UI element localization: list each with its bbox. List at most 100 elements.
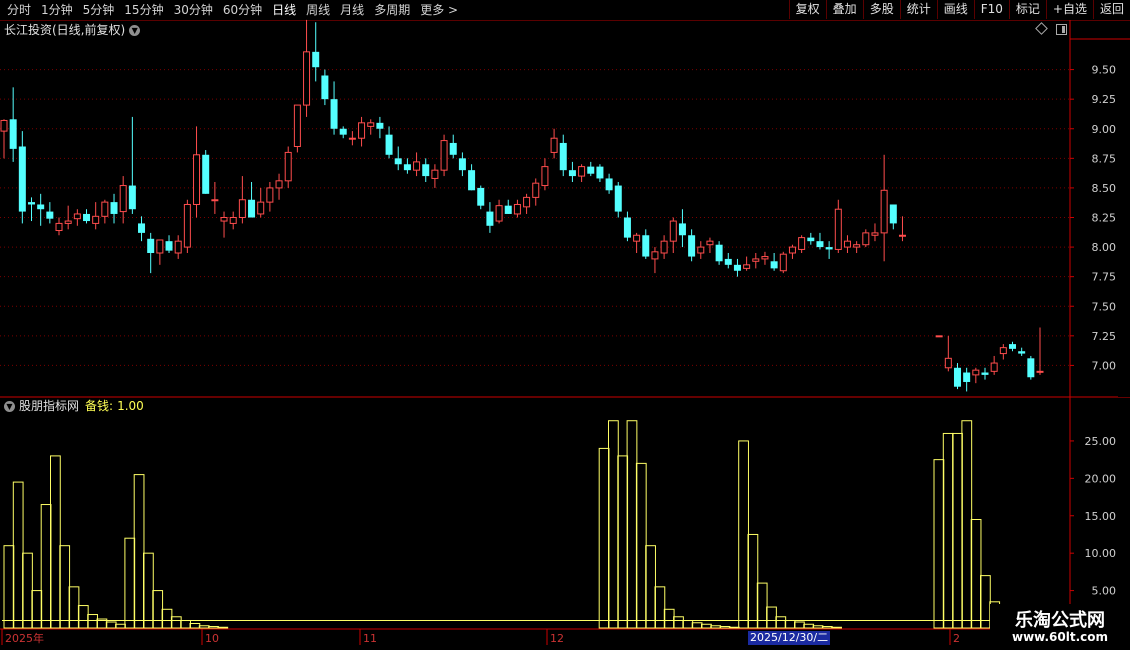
indicator-bar xyxy=(710,625,722,629)
chart-canvas[interactable]: 9.50 9.25 9.00 8.75 8.50 8.25 8.00 7.75 7.50 7.25… xyxy=(0,0,1130,650)
indicator-bar xyxy=(952,432,963,629)
candle-body xyxy=(128,185,136,210)
candle-body xyxy=(853,244,861,248)
candle xyxy=(898,216,906,242)
ind-y-tick-label: 25.00 xyxy=(1085,435,1117,448)
candle-body xyxy=(147,238,155,253)
candle-body xyxy=(568,170,576,177)
candle xyxy=(138,216,146,242)
ind-y-tick-label: 5.00 xyxy=(1092,585,1117,598)
candle-body xyxy=(623,217,631,238)
candle xyxy=(431,164,439,188)
candle-body xyxy=(174,240,182,254)
indicator-bar xyxy=(747,533,759,629)
indicator-bar xyxy=(152,590,164,629)
candle xyxy=(229,211,237,230)
indicator-bar xyxy=(50,455,61,629)
candle xyxy=(559,134,567,177)
candle xyxy=(46,202,54,224)
indicator-bar xyxy=(831,626,842,629)
candle xyxy=(449,134,457,159)
candle-body xyxy=(559,142,567,171)
chevron-down-icon[interactable]: ▼ xyxy=(4,400,15,412)
candle-body xyxy=(1027,358,1035,378)
candle-body xyxy=(37,204,45,210)
y-tick-label: 8.75 xyxy=(1092,152,1117,165)
candle xyxy=(788,244,796,259)
candle-body xyxy=(1008,344,1016,349)
month-label: 12 xyxy=(550,632,564,645)
candle xyxy=(623,211,631,242)
candle-body xyxy=(413,161,421,171)
candle xyxy=(770,253,778,271)
indicator-bar xyxy=(208,626,219,629)
candle xyxy=(688,229,696,262)
candle xyxy=(468,164,476,191)
candle xyxy=(568,161,576,182)
indicator-bar xyxy=(673,616,684,629)
candle xyxy=(37,193,45,226)
candle-body xyxy=(9,119,17,149)
y-tick-label: 7.75 xyxy=(1092,271,1117,284)
indicator-bar xyxy=(59,545,71,629)
candle xyxy=(303,19,311,117)
y-tick-label: 8.00 xyxy=(1092,241,1117,254)
candle-body xyxy=(669,220,677,242)
candle-body xyxy=(248,199,256,218)
candle xyxy=(944,335,952,372)
candle-body xyxy=(110,202,118,214)
candle-body xyxy=(229,217,237,224)
y-tick-label: 7.00 xyxy=(1092,359,1117,372)
candle-body xyxy=(119,185,127,213)
candle xyxy=(83,209,91,224)
indicator-bar xyxy=(812,625,824,629)
candle-body xyxy=(688,235,696,257)
candle-body xyxy=(440,140,448,171)
candle-body xyxy=(266,187,274,203)
candle xyxy=(440,134,448,177)
candle-body xyxy=(211,199,219,202)
candle-body xyxy=(596,166,604,179)
candle xyxy=(853,241,861,253)
candle-body xyxy=(981,372,989,375)
candle-body xyxy=(1036,370,1044,373)
candle-body xyxy=(898,234,906,237)
indicator-bar xyxy=(170,616,182,629)
candle-body xyxy=(1018,351,1026,354)
candle xyxy=(642,229,650,259)
indicator-bar xyxy=(682,620,694,629)
indicator-bar xyxy=(161,608,173,629)
indicator-bar xyxy=(942,432,954,629)
candle xyxy=(257,187,265,218)
candle-body xyxy=(202,154,210,194)
indicator-bar xyxy=(970,519,982,629)
candle xyxy=(651,247,659,274)
candle xyxy=(1008,341,1016,352)
candle xyxy=(843,235,851,253)
candle-body xyxy=(18,146,26,212)
candle xyxy=(678,209,686,248)
candle xyxy=(669,217,677,253)
candle-body xyxy=(348,137,356,140)
candle xyxy=(798,235,806,253)
indicator-bar xyxy=(143,552,154,629)
indicator-title: ▼ 股朋指标网 备钱: 1.00 xyxy=(0,398,144,414)
indicator-bar xyxy=(654,586,666,629)
candle-body xyxy=(944,357,952,369)
candle-body xyxy=(220,217,228,222)
indicator-bar xyxy=(598,447,610,629)
candle-body xyxy=(798,237,806,250)
candle-body xyxy=(587,166,595,174)
candle xyxy=(889,204,897,230)
candle xyxy=(880,154,888,262)
candle-body xyxy=(660,240,668,254)
indicator-bar xyxy=(738,440,749,629)
ind-y-tick-label: 20.00 xyxy=(1085,472,1117,485)
candle-body xyxy=(541,166,549,187)
candle xyxy=(156,239,164,265)
candle xyxy=(953,363,961,390)
indicator-bar xyxy=(77,605,89,629)
candle-body xyxy=(935,335,943,338)
candle xyxy=(1036,327,1044,375)
candle-body xyxy=(880,189,888,234)
